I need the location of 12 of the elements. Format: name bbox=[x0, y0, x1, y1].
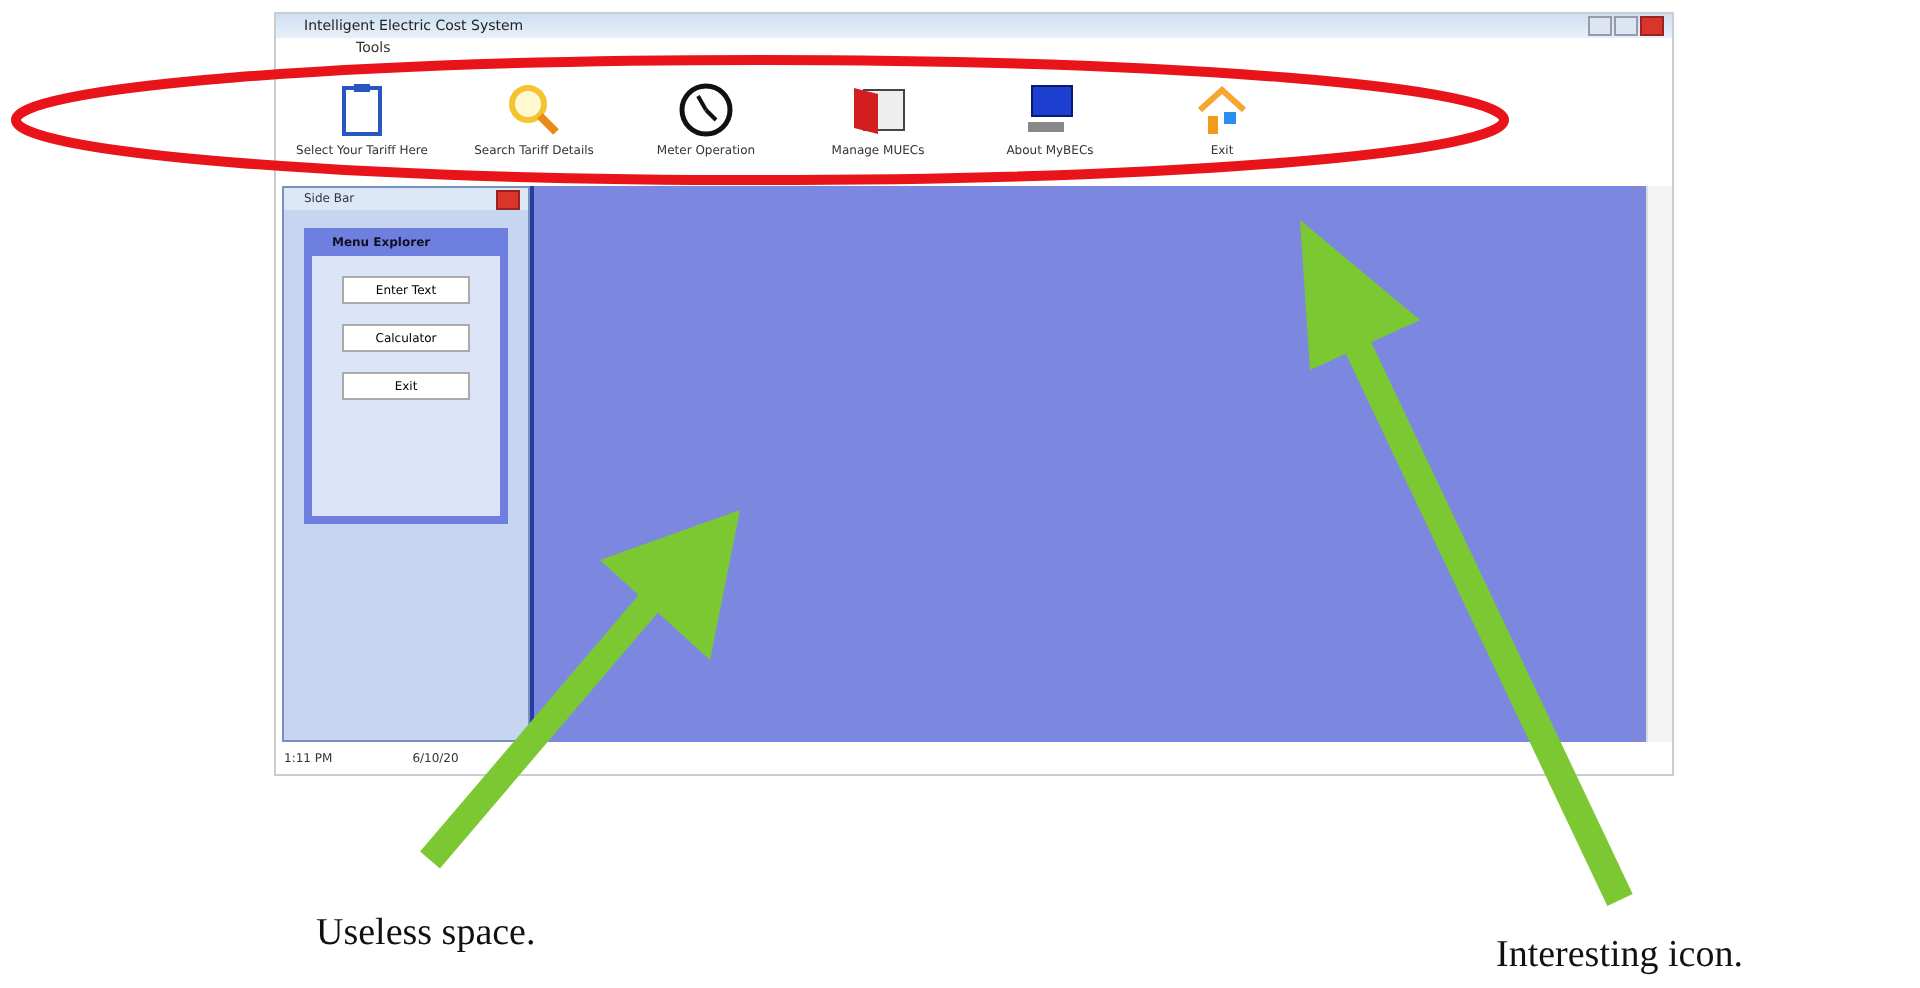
computer-icon bbox=[1022, 82, 1078, 138]
search-icon bbox=[506, 82, 562, 138]
clipboard-icon bbox=[338, 82, 386, 138]
close-button[interactable] bbox=[496, 189, 520, 209]
minimize-button[interactable] bbox=[1588, 16, 1612, 36]
annotation-caption: Interesting icon. bbox=[1496, 934, 1743, 978]
clock-icon bbox=[678, 82, 734, 138]
annotation-caption: Useless space. bbox=[316, 912, 536, 956]
scroll-bar[interactable] bbox=[1646, 186, 1672, 742]
book-icon bbox=[848, 82, 908, 138]
house-icon bbox=[1194, 82, 1250, 138]
maximize-button[interactable] bbox=[1614, 16, 1638, 36]
